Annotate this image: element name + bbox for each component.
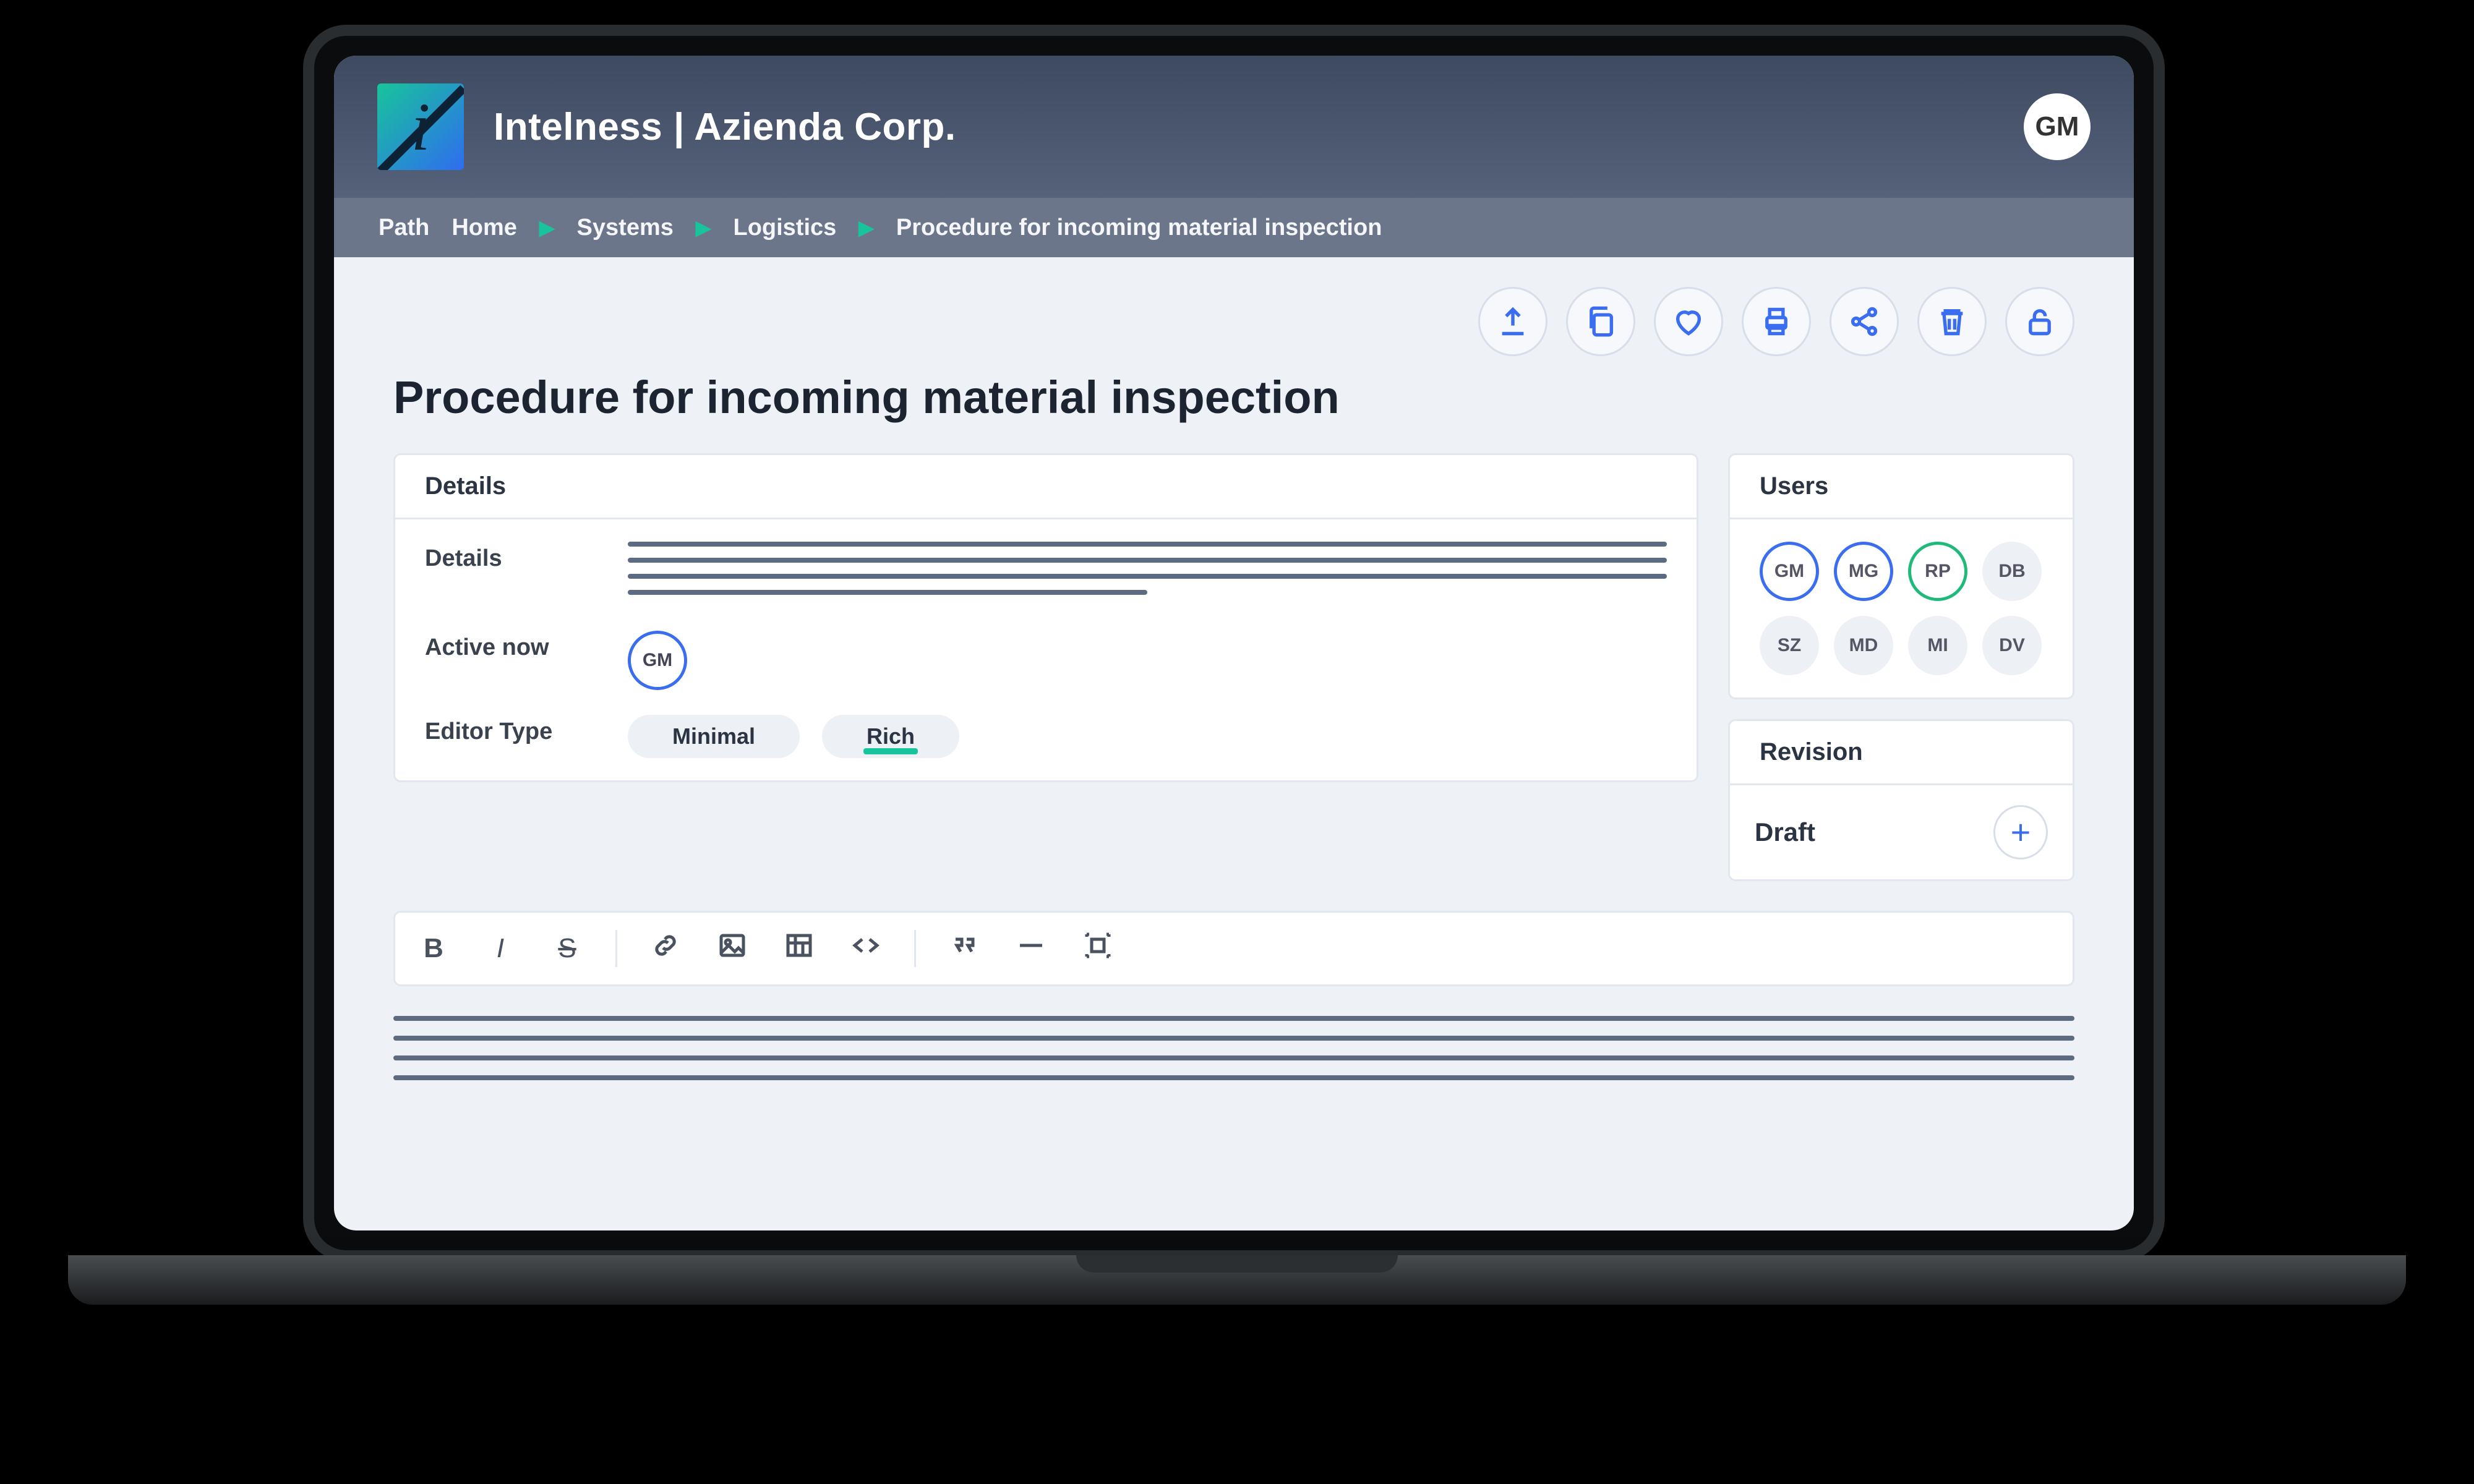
breadcrumb-item-current: Procedure for incoming material inspecti…	[896, 215, 1382, 241]
app-screen: i Intelness | Azienda Corp. GM Path Home…	[334, 56, 2134, 1230]
strike-button[interactable]: S	[549, 933, 586, 964]
image-icon	[717, 931, 747, 960]
page-title: Procedure for incoming material inspecti…	[393, 371, 2074, 424]
add-revision-button[interactable]: +	[1993, 805, 2048, 859]
favorite-button[interactable]	[1654, 287, 1723, 356]
details-card: Details Details Active now	[393, 453, 1698, 782]
app-logo-letter: i	[411, 88, 430, 166]
code-button[interactable]	[847, 931, 884, 967]
editor-type-label: Editor Type	[425, 715, 598, 745]
user-chip[interactable]: DV	[1982, 616, 2042, 675]
code-icon	[851, 931, 881, 960]
users-card: Users GM MG RP DB SZ MD MI	[1728, 453, 2074, 699]
page-actions	[393, 287, 2074, 356]
quote-button[interactable]	[946, 931, 983, 967]
revision-status: Draft	[1755, 817, 1815, 847]
plus-icon: +	[2011, 815, 2031, 850]
toolbar-separator	[914, 930, 916, 967]
trash-icon	[1936, 305, 1968, 338]
user-chip[interactable]: MI	[1908, 616, 1967, 675]
app-title: Intelness | Azienda Corp.	[494, 105, 956, 149]
laptop-base	[68, 1255, 2406, 1305]
share-icon	[1848, 305, 1880, 338]
top-bar: i Intelness | Azienda Corp. GM	[334, 56, 2134, 198]
breadcrumb-item[interactable]: Logistics	[733, 215, 836, 241]
breadcrumb-item[interactable]: Home	[452, 215, 517, 241]
copy-button[interactable]	[1566, 287, 1635, 356]
link-button[interactable]	[647, 931, 684, 967]
export-button[interactable]	[1478, 287, 1547, 356]
print-icon	[1760, 305, 1792, 338]
hr-button[interactable]	[1012, 931, 1050, 967]
page-content: Procedure for incoming material inspecti…	[334, 257, 2134, 1125]
share-button[interactable]	[1830, 287, 1899, 356]
delete-button[interactable]	[1917, 287, 1987, 356]
copy-icon	[1585, 305, 1617, 338]
app-logo: i	[377, 83, 464, 170]
table-button[interactable]	[781, 931, 818, 967]
image-button[interactable]	[714, 931, 751, 967]
user-chip[interactable]: MD	[1834, 616, 1893, 675]
export-icon	[1497, 305, 1529, 338]
active-now-label: Active now	[425, 631, 598, 661]
unlock-icon	[2024, 305, 2056, 338]
active-user-chip[interactable]: GM	[628, 631, 687, 690]
user-chip[interactable]: RP	[1908, 542, 1967, 601]
breadcrumb-bar: Path Home ▶ Systems ▶ Logistics ▶ Proced…	[334, 198, 2134, 257]
editor-content-placeholder[interactable]	[393, 1016, 2074, 1080]
current-user-avatar[interactable]: GM	[2024, 93, 2091, 160]
users-grid: GM MG RP DB SZ MD MI DV	[1760, 542, 2043, 675]
revision-card: Revision Draft +	[1728, 719, 2074, 881]
italic-button[interactable]: I	[482, 933, 519, 964]
quote-icon	[949, 931, 979, 960]
editor-toolbar: B I S	[393, 911, 2074, 986]
user-chip[interactable]: SZ	[1760, 616, 1819, 675]
users-card-title: Users	[1730, 455, 2073, 519]
details-row-label: Details	[425, 542, 598, 572]
toolbar-separator	[615, 930, 617, 967]
bold-button[interactable]: B	[415, 933, 452, 964]
link-icon	[651, 931, 680, 960]
chevron-right-icon: ▶	[539, 216, 555, 239]
heart-icon	[1672, 305, 1705, 338]
horizontal-rule-icon	[1016, 931, 1046, 960]
chevron-right-icon: ▶	[858, 216, 874, 239]
breadcrumb-item[interactable]: Systems	[577, 215, 674, 241]
print-button[interactable]	[1742, 287, 1811, 356]
user-chip[interactable]: GM	[1760, 542, 1819, 601]
select-all-button[interactable]	[1079, 931, 1116, 967]
editor-type-rich[interactable]: Rich	[822, 715, 959, 758]
select-all-icon	[1083, 931, 1113, 960]
details-card-title: Details	[395, 455, 1697, 519]
details-placeholder-lines	[628, 542, 1667, 606]
editor-type-minimal[interactable]: Minimal	[628, 715, 800, 758]
breadcrumb-label: Path	[379, 215, 429, 241]
revision-card-title: Revision	[1730, 721, 2073, 785]
unlock-button[interactable]	[2005, 287, 2074, 356]
user-chip[interactable]: DB	[1982, 542, 2042, 601]
table-icon	[784, 931, 814, 960]
chevron-right-icon: ▶	[696, 216, 711, 239]
laptop-frame: i Intelness | Azienda Corp. GM Path Home…	[303, 25, 2165, 1261]
user-chip[interactable]: MG	[1834, 542, 1893, 601]
